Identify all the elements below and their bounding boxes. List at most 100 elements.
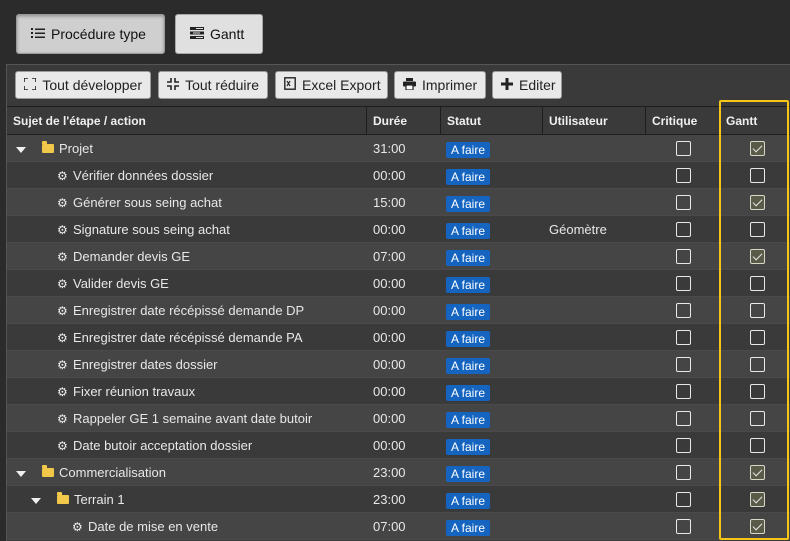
table-row[interactable]: ⚙ Date butoir acceptation dossier 00:00 A f… xyxy=(7,432,790,459)
subject-cell: Terrain 1 xyxy=(7,486,367,513)
column-header-user[interactable]: Utilisateur xyxy=(543,107,646,135)
table-row[interactable]: ⚙ Date de mise en vente 07:00 A faire xyxy=(7,513,790,540)
duration-cell: 07:00 xyxy=(373,249,406,264)
status-cell: A faire xyxy=(446,135,543,162)
subject-cell: Commercialisation xyxy=(7,459,367,486)
gantt-checkbox[interactable] xyxy=(750,465,765,480)
gears-icon: ⚙ xyxy=(57,250,68,265)
subject-cell: ⚙ Date butoir acceptation dossier xyxy=(7,432,367,459)
subject-cell: ⚙ Vérifier données dossier xyxy=(7,162,367,189)
plus-icon xyxy=(501,77,513,93)
table-row[interactable]: Projet 31:00 A faire xyxy=(7,135,790,162)
printer-icon xyxy=(403,77,416,93)
critical-checkbox[interactable] xyxy=(676,303,691,318)
status-badge: A faire xyxy=(446,492,491,509)
status-badge: A faire xyxy=(446,330,491,347)
subject-label: Valider devis GE xyxy=(73,276,169,291)
user-cell xyxy=(549,432,646,459)
gantt-checkbox[interactable] xyxy=(750,141,765,156)
user-cell xyxy=(549,270,646,297)
subject-cell: ⚙ Valider devis GE xyxy=(7,270,367,297)
critical-checkbox[interactable] xyxy=(676,195,691,210)
critical-checkbox[interactable] xyxy=(676,465,691,480)
critical-checkbox[interactable] xyxy=(676,438,691,453)
folder-icon xyxy=(57,492,69,505)
view-switcher: Procédure type Gantt xyxy=(0,0,790,62)
critical-checkbox[interactable] xyxy=(676,411,691,426)
gears-icon: ⚙ xyxy=(72,520,83,535)
gantt-checkbox[interactable] xyxy=(750,303,765,318)
gantt-checkbox[interactable] xyxy=(750,411,765,426)
caret-down-icon[interactable] xyxy=(16,470,26,477)
column-header-critical[interactable]: Critique xyxy=(646,107,720,135)
gears-icon: ⚙ xyxy=(57,169,68,184)
gantt-checkbox[interactable] xyxy=(750,222,765,237)
critical-checkbox[interactable] xyxy=(676,519,691,534)
status-cell: A faire xyxy=(446,459,543,486)
status-badge: A faire xyxy=(446,357,491,374)
table-row[interactable]: Terrain 1 23:00 A faire xyxy=(7,486,790,513)
user-cell xyxy=(549,513,646,540)
status-badge: A faire xyxy=(446,519,491,536)
caret-down-icon[interactable] xyxy=(31,497,41,504)
gantt-checkbox[interactable] xyxy=(750,276,765,291)
critical-checkbox[interactable] xyxy=(676,141,691,156)
procedure-panel: Tout développer Tout réduire Excel Expor… xyxy=(6,64,790,541)
table-row[interactable]: ⚙ Enregistrer date récépissé demande PA 00… xyxy=(7,324,790,351)
edit-button[interactable]: Editer xyxy=(492,71,562,99)
gears-icon: ⚙ xyxy=(57,412,68,427)
table-row[interactable]: ⚙ Vérifier données dossier 00:00 A faire xyxy=(7,162,790,189)
column-header-duration[interactable]: Durée xyxy=(367,107,441,135)
table-row[interactable]: ⚙ Demander devis GE 07:00 A faire xyxy=(7,243,790,270)
gantt-checkbox[interactable] xyxy=(750,438,765,453)
collapse-all-button[interactable]: Tout réduire xyxy=(158,71,268,99)
duration-cell: 00:00 xyxy=(373,438,406,453)
gantt-checkbox[interactable] xyxy=(750,357,765,372)
status-badge: A faire xyxy=(446,384,491,401)
table-row[interactable]: ⚙ Fixer réunion travaux 00:00 A faire xyxy=(7,378,790,405)
table-row[interactable]: ⚙ Rappeler GE 1 semaine avant date butoir… xyxy=(7,405,790,432)
user-cell xyxy=(549,378,646,405)
print-button[interactable]: Imprimer xyxy=(394,71,486,99)
gantt-checkbox[interactable] xyxy=(750,492,765,507)
status-cell: A faire xyxy=(446,432,543,459)
procedure-type-label: Procédure type xyxy=(51,26,146,42)
table-row[interactable]: ⚙ Générer sous seing achat 15:00 A faire xyxy=(7,189,790,216)
subject-label: Vérifier données dossier xyxy=(73,168,214,183)
table-row[interactable]: ⚙ Enregistrer dates dossier 00:00 A faire xyxy=(7,351,790,378)
status-cell: A faire xyxy=(446,486,543,513)
gantt-checkbox[interactable] xyxy=(750,168,765,183)
critical-checkbox[interactable] xyxy=(676,384,691,399)
table-row[interactable]: Commercialisation 23:00 A faire xyxy=(7,459,790,486)
folder-icon xyxy=(42,141,54,154)
critical-checkbox[interactable] xyxy=(676,222,691,237)
critical-checkbox[interactable] xyxy=(676,276,691,291)
gantt-checkbox[interactable] xyxy=(750,330,765,345)
critical-checkbox[interactable] xyxy=(676,492,691,507)
expand-icon xyxy=(23,76,37,93)
duration-cell: 15:00 xyxy=(373,195,406,210)
table-row[interactable]: ⚙ Valider devis GE 00:00 A faire xyxy=(7,270,790,297)
critical-checkbox[interactable] xyxy=(676,330,691,345)
gantt-checkbox[interactable] xyxy=(750,195,765,210)
critical-checkbox[interactable] xyxy=(676,249,691,264)
table-row[interactable]: ⚙ Signature sous seing achat 00:00 A faire G… xyxy=(7,216,790,243)
gantt-tab[interactable]: Gantt xyxy=(175,14,263,54)
gantt-checkbox[interactable] xyxy=(750,519,765,534)
procedure-type-tab[interactable]: Procédure type xyxy=(16,14,165,54)
critical-checkbox[interactable] xyxy=(676,168,691,183)
expand-all-button[interactable]: Tout développer xyxy=(15,71,151,99)
excel-export-button[interactable]: Excel Export xyxy=(275,71,388,99)
subject-label: Demander devis GE xyxy=(73,249,191,264)
column-header-status[interactable]: Statut xyxy=(441,107,543,135)
subject-cell: ⚙ Enregistrer date récépissé demande PA xyxy=(7,324,367,351)
caret-down-icon[interactable] xyxy=(16,146,26,153)
gantt-checkbox[interactable] xyxy=(750,384,765,399)
gantt-checkbox[interactable] xyxy=(750,249,765,264)
status-cell: A faire xyxy=(446,216,543,243)
critical-checkbox[interactable] xyxy=(676,357,691,372)
column-header-gantt[interactable]: Gantt xyxy=(720,107,790,135)
column-header-subject[interactable]: Sujet de l'étape / action xyxy=(7,107,367,135)
table-row[interactable]: ⚙ Enregistrer date récépissé demande DP 00… xyxy=(7,297,790,324)
subject-label: Enregistrer date récépissé demande PA xyxy=(73,330,303,345)
